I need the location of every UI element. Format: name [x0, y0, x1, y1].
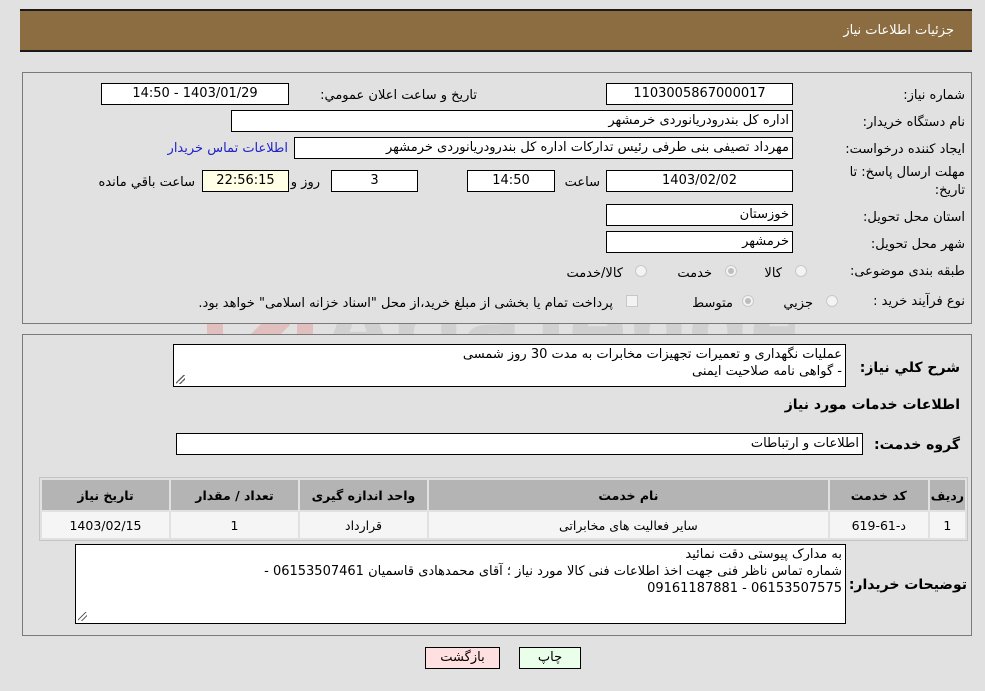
buyer-org-label: نام دستگاه خريدار: — [862, 115, 965, 130]
category-label: طبقه بندی موضوعی: — [849, 264, 965, 279]
province-field: خوزستان — [606, 204, 793, 226]
description-label: شرح کلي نياز: — [859, 360, 960, 376]
buyer-notes-textarea[interactable]: به مدارک پیوستی دقت نمائید شماره تماس نا… — [75, 544, 846, 624]
col-service-name: نام خدمت — [429, 480, 828, 510]
purchase-minor-label: جزيي — [783, 296, 813, 311]
resize-handle[interactable] — [78, 612, 87, 621]
cell-need-date: 1403/02/15 — [42, 512, 169, 538]
print-button[interactable]: چاپ — [519, 647, 581, 669]
category-service-radio[interactable] — [725, 265, 737, 277]
category-goods-service-label: کالا/خدمت — [566, 266, 623, 281]
cell-service-code: د-61-619 — [829, 512, 928, 538]
services-table: رديف کد خدمت نام خدمت واحد اندازه گيری ت… — [40, 478, 967, 540]
remaining-time-field: 22:56:15 — [202, 170, 289, 192]
category-service-label: خدمت — [677, 266, 712, 281]
cell-row-number: 1 — [929, 512, 965, 538]
description-line-2: - گواهی نامه صلاحیت ایمنی — [692, 364, 842, 379]
col-quantity: تعداد / مقدار — [171, 480, 298, 510]
treasury-checkbox[interactable] — [626, 295, 638, 307]
deadline-label: مهلت ارسال پاسخ: تا تاریخ: — [849, 165, 965, 198]
cell-quantity: 1 — [171, 512, 298, 538]
col-need-date: تاريخ نياز — [42, 480, 169, 510]
deadline-date-field: 1403/02/02 — [606, 170, 793, 192]
buyer-org-field: اداره کل بندرودریانوردی خرمشهر — [231, 110, 793, 132]
services-table-wrap: رديف کد خدمت نام خدمت واحد اندازه گيری ت… — [39, 477, 968, 541]
province-label: استان محل تحویل: — [863, 210, 965, 225]
remaining-time-label: ساعت باقي مانده — [98, 175, 195, 190]
service-group-label: گروه خدمت: — [874, 437, 960, 453]
buyer-notes-label: توضيحات خريدار: — [848, 577, 967, 593]
deadline-time-field: 14:50 — [467, 170, 555, 192]
buyer-notes-line-3: 06153507575 - 09161187881 — [647, 581, 842, 596]
category-goods-radio[interactable] — [795, 265, 807, 277]
col-row-number: رديف — [929, 480, 965, 510]
cell-service-name: سایر فعالیت های مخابراتی — [429, 512, 828, 538]
announce-datetime-field: 1403/01/29 - 14:50 — [101, 83, 289, 105]
purchase-medium-radio[interactable] — [742, 295, 754, 307]
purchase-type-label: نوع فرآیند خرید : — [873, 294, 965, 309]
service-group-field: اطلاعات و ارتباطات — [176, 433, 863, 455]
announce-datetime-label: تاریخ و ساعت اعلان عمومي: — [320, 88, 477, 103]
col-service-code: کد خدمت — [829, 480, 928, 510]
remaining-days-field: 3 — [331, 170, 418, 192]
city-label: شهر محل تحویل: — [870, 237, 965, 252]
treasury-note: پرداخت تمام یا بخشی از مبلغ خرید،از محل … — [198, 296, 613, 311]
page-header: جزئیات اطلاعات نیاز — [20, 9, 972, 52]
buyer-notes-line-1: به مدارک پیوستی دقت نمائید — [685, 547, 842, 562]
purchase-medium-label: متوسط — [692, 296, 733, 311]
remaining-days-label: روز و — [290, 175, 320, 190]
services-section-title: اطلاعات خدمات مورد نياز — [784, 397, 960, 413]
cell-unit: قرارداد — [300, 512, 427, 538]
resize-handle[interactable] — [176, 375, 185, 384]
table-row: 1 د-61-619 سایر فعالیت های مخابراتی قرار… — [42, 512, 965, 538]
table-header-row: رديف کد خدمت نام خدمت واحد اندازه گيری ت… — [42, 480, 965, 510]
deadline-time-label: ساعت — [564, 175, 600, 190]
need-number-label: شماره نیاز: — [903, 88, 965, 103]
category-goods-service-radio[interactable] — [635, 265, 647, 277]
purchase-minor-radio[interactable] — [826, 295, 838, 307]
page-title: جزئیات اطلاعات نیاز — [843, 23, 954, 38]
col-unit: واحد اندازه گيری — [300, 480, 427, 510]
buyer-notes-line-2: شماره تماس ناظر فنی جهت اخذ اطلاعات فنی … — [264, 564, 842, 579]
buyer-contact-link[interactable]: اطلاعات تماس خريدار — [168, 141, 288, 156]
description-textarea[interactable]: عملیات نگهداری و تعمیرات تجهیزات مخابرات… — [173, 344, 846, 387]
back-button[interactable]: بازگشت — [425, 647, 500, 669]
city-field: خرمشهر — [606, 231, 793, 253]
requester-field: مهرداد تصیفی بنی طرفی رئیس تدارکات اداره… — [294, 137, 793, 159]
description-line-1: عملیات نگهداری و تعمیرات تجهیزات مخابرات… — [462, 347, 842, 362]
requester-label: ايجاد کننده درخواست: — [845, 142, 965, 157]
need-number-field: 1103005867000017 — [606, 83, 793, 105]
category-goods-label: کالا — [764, 266, 782, 281]
